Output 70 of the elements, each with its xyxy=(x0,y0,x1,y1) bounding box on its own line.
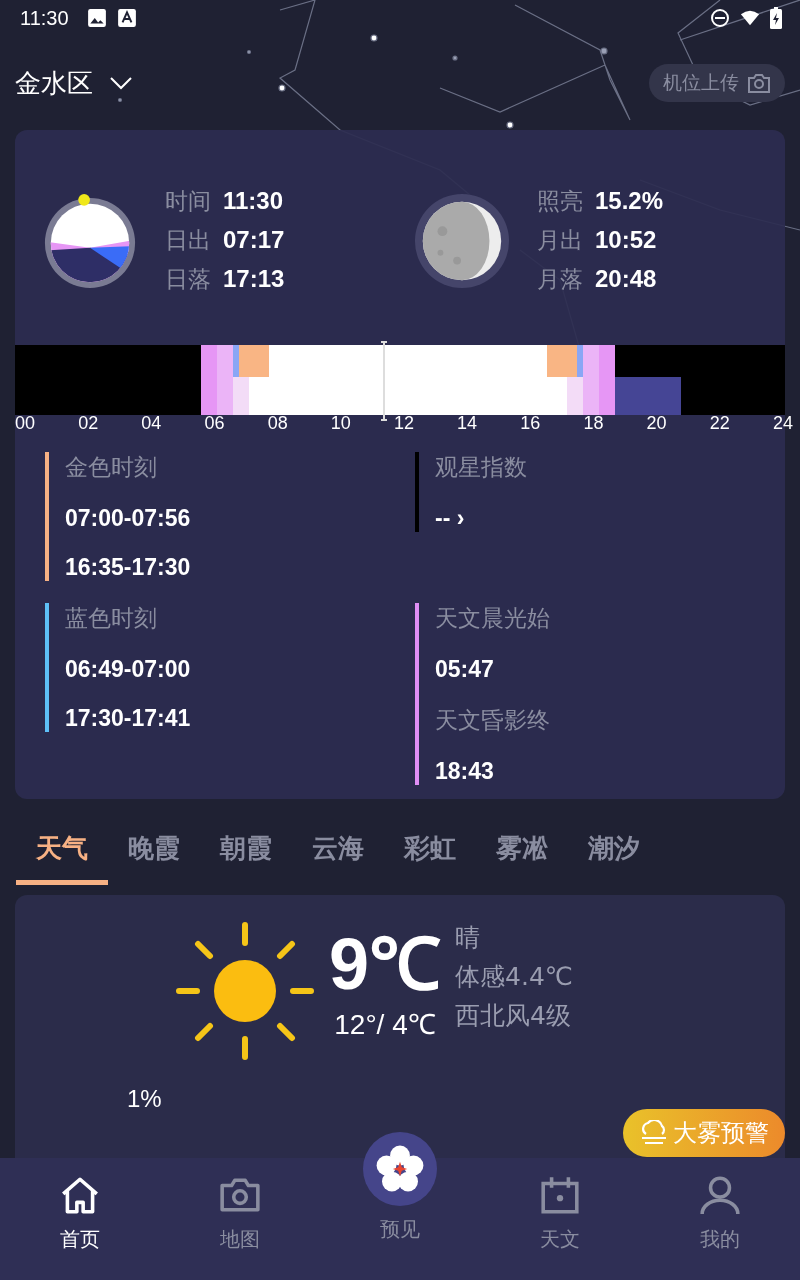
info-label: 日落 xyxy=(165,265,211,294)
do-not-disturb-icon xyxy=(710,8,730,28)
category-tab[interactable]: 朝霞 xyxy=(200,817,292,885)
hour-label: 06 xyxy=(204,413,225,434)
period-time: 16:35-17:30 xyxy=(65,554,192,581)
hour-label: 24 xyxy=(772,413,793,434)
nav-item[interactable]: 我的 xyxy=(640,1158,800,1280)
category-tab[interactable]: 天气 xyxy=(16,817,108,885)
camera-icon xyxy=(747,72,771,94)
hour-label: 12 xyxy=(393,413,414,434)
nav-item[interactable]: 天文 xyxy=(480,1158,640,1280)
info-value: 15.2% xyxy=(595,187,664,215)
info-value: 11:30 xyxy=(223,187,284,215)
nav-item[interactable]: 地图 xyxy=(160,1158,320,1280)
info-value: 20:48 xyxy=(595,265,657,293)
period-time: 07:00-07:56 xyxy=(65,505,192,532)
hour-label: 02 xyxy=(78,413,99,434)
hour-label: 00 xyxy=(15,413,36,434)
period-title: 观星指数 xyxy=(435,453,528,482)
feels-like: 体感4.4℃ xyxy=(455,961,573,993)
hour-label: 04 xyxy=(141,413,162,434)
wifi-icon xyxy=(740,8,760,28)
nav-item[interactable]: 预见 xyxy=(320,1132,480,1280)
info-label: 月出 xyxy=(537,226,583,255)
info-label: 月落 xyxy=(537,265,583,294)
info-label: 照亮 xyxy=(537,187,583,216)
temperature-range: 12°/ 4℃ xyxy=(334,1008,436,1043)
weather-condition: 晴 xyxy=(455,922,482,954)
period-title: 天文晨光始 xyxy=(435,604,551,633)
period-title: 蓝色时刻 xyxy=(65,604,158,633)
nav-item[interactable]: 首页 xyxy=(0,1158,160,1280)
info-value: 10:52 xyxy=(595,226,657,254)
period-time: -- › xyxy=(435,505,466,532)
info-label: 日出 xyxy=(165,226,211,255)
category-tab[interactable]: 云海 xyxy=(292,817,384,885)
category-tab[interactable]: 彩虹 xyxy=(384,817,476,885)
hour-label: 08 xyxy=(267,413,288,434)
location-selector[interactable]: 金水区 xyxy=(15,65,133,101)
hour-label: 18 xyxy=(583,413,604,434)
period-title: 天文昏影终 xyxy=(435,706,551,735)
period-time: 05:47 xyxy=(435,656,495,683)
info-value: 07:17 xyxy=(223,226,285,254)
image-icon xyxy=(86,8,107,28)
home-icon xyxy=(59,1174,101,1216)
hour-label: 16 xyxy=(520,413,541,434)
info-value: 17:13 xyxy=(223,265,285,293)
hour-label: 20 xyxy=(646,413,667,434)
hour-label: 14 xyxy=(457,413,478,434)
period-title: 金色时刻 xyxy=(65,453,158,482)
period-time: 18:43 xyxy=(435,758,495,785)
temperature: 9℃ xyxy=(329,925,442,1005)
person-icon xyxy=(699,1174,741,1216)
hour-label: 22 xyxy=(709,413,730,434)
calendar-icon xyxy=(539,1174,581,1216)
info-label: 时间 xyxy=(165,187,211,216)
period-time: 06:49-07:00 xyxy=(65,656,192,683)
font-icon xyxy=(116,8,137,28)
moon-icon xyxy=(413,191,511,290)
hour-label: 10 xyxy=(330,413,351,434)
sun-icon xyxy=(175,921,315,1061)
period-time: 17:30-17:41 xyxy=(65,705,192,732)
upload-button[interactable]: 机位上传 xyxy=(649,64,785,102)
category-tab[interactable]: 潮汐 xyxy=(568,817,660,885)
category-tab[interactable]: 晚霞 xyxy=(108,817,200,885)
wind-info: 西北风4级 xyxy=(455,1000,572,1032)
status-time: 11:30 xyxy=(20,6,69,30)
humidity-value: 1% xyxy=(127,1085,162,1112)
category-tab[interactable]: 雾凇 xyxy=(476,817,568,885)
chevron-down-icon xyxy=(109,76,133,90)
battery-icon xyxy=(770,7,782,29)
